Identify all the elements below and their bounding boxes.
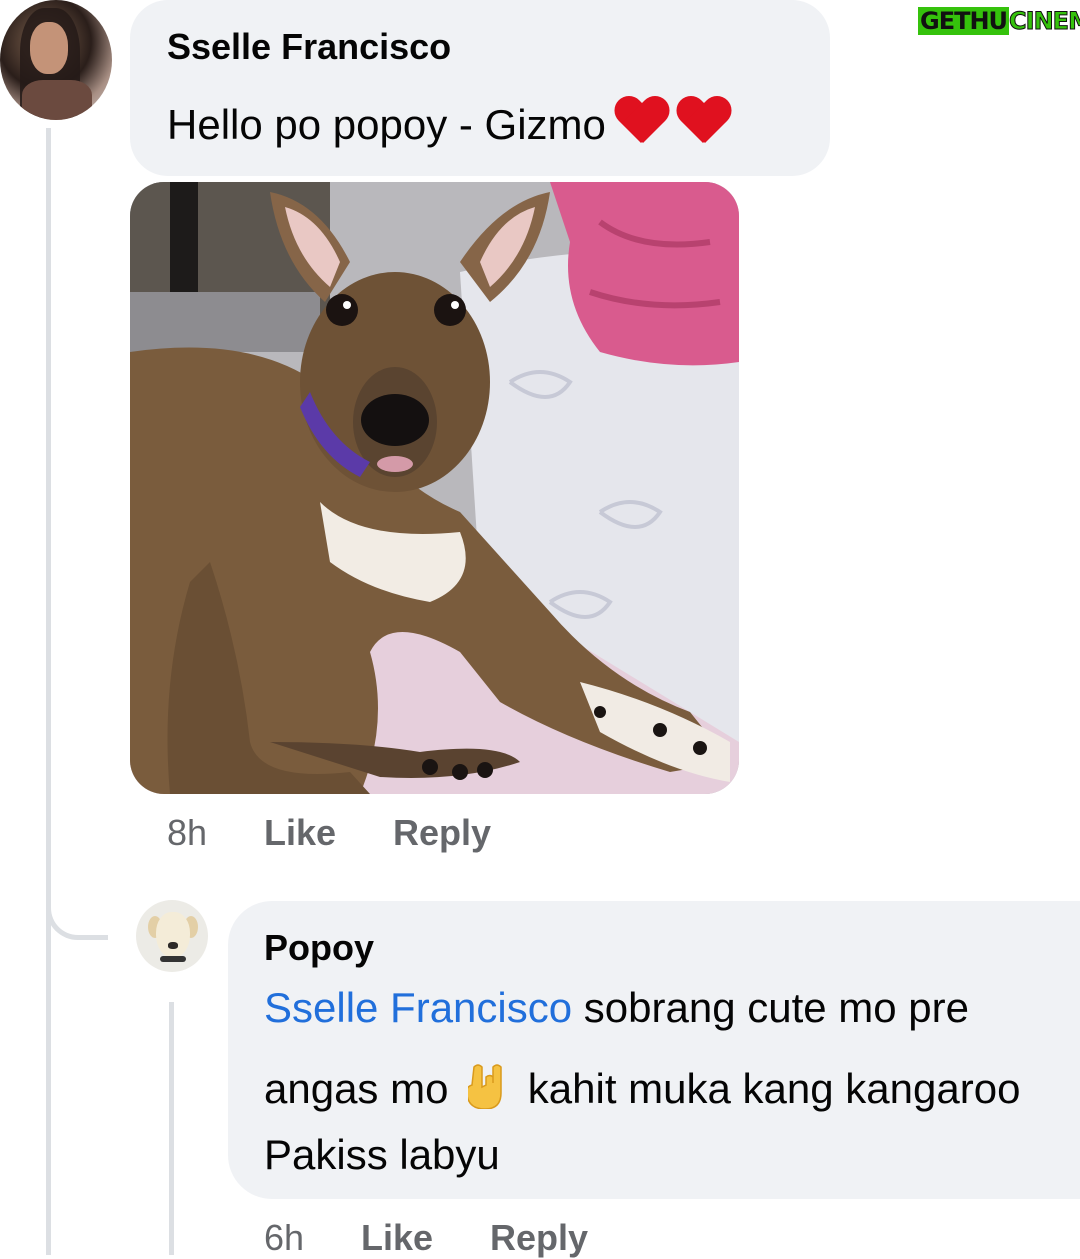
dog-photo-illustration xyxy=(130,182,739,794)
reply-reply-button[interactable]: Reply xyxy=(490,1217,588,1259)
watermark-logo: GETHU CINEMA xyxy=(918,4,1080,38)
reply-author[interactable]: Popoy xyxy=(264,927,374,969)
reply-text-line2: angas mo kahit muka kang kangaroo xyxy=(264,1063,1020,1114)
avatar-body xyxy=(22,80,92,120)
heart-emoji-icon xyxy=(676,97,730,147)
reply-text-line2-b: kahit muka kang kangaroo xyxy=(516,1065,1021,1112)
avatar-popoy[interactable] xyxy=(136,900,208,972)
comment-text-body: Hello po popoy - Gizmo xyxy=(167,101,606,148)
comment-author[interactable]: Sselle Francisco xyxy=(167,26,451,68)
avatar-sselle[interactable] xyxy=(0,0,112,120)
avatar-dog-collar xyxy=(160,956,186,962)
watermark-part1: GETHU xyxy=(918,7,1010,35)
avatar-dog-nose xyxy=(168,942,178,949)
comment-like-button[interactable]: Like xyxy=(264,812,336,854)
comment-reply-button[interactable]: Reply xyxy=(393,812,491,854)
reply-text-line2-a: angas mo xyxy=(264,1065,461,1112)
comment-text: Hello po popoy - Gizmo xyxy=(167,97,730,150)
watermark-part2: CINEMA xyxy=(1009,7,1080,36)
reply-bubble: Popoy Sselle Francisco sobrang cute mo p… xyxy=(228,901,1080,1199)
rock-on-hand-icon xyxy=(468,1064,502,1109)
thread-connector-curve xyxy=(46,870,108,940)
comment-photo[interactable] xyxy=(130,182,739,794)
heart-emoji-icon xyxy=(614,97,668,147)
comment-time: 8h xyxy=(167,812,208,853)
avatar-dog-head xyxy=(156,912,190,958)
thread-connector-line xyxy=(46,128,51,1255)
reply-text-line1: Sselle Francisco sobrang cute mo pre xyxy=(264,983,969,1033)
reply-like-button[interactable]: Like xyxy=(361,1217,433,1259)
avatar-face xyxy=(30,22,68,74)
reply-connector-line xyxy=(169,1002,174,1255)
reply-time: 6h xyxy=(264,1217,305,1258)
reply-text-line3: Pakiss labyu xyxy=(264,1131,500,1178)
reply-text-line1-rest: sobrang cute mo pre xyxy=(572,984,969,1031)
comment-bubble: Sselle Francisco Hello po popoy - Gizmo xyxy=(130,0,830,176)
reply-mention-link[interactable]: Sselle Francisco xyxy=(264,984,572,1031)
